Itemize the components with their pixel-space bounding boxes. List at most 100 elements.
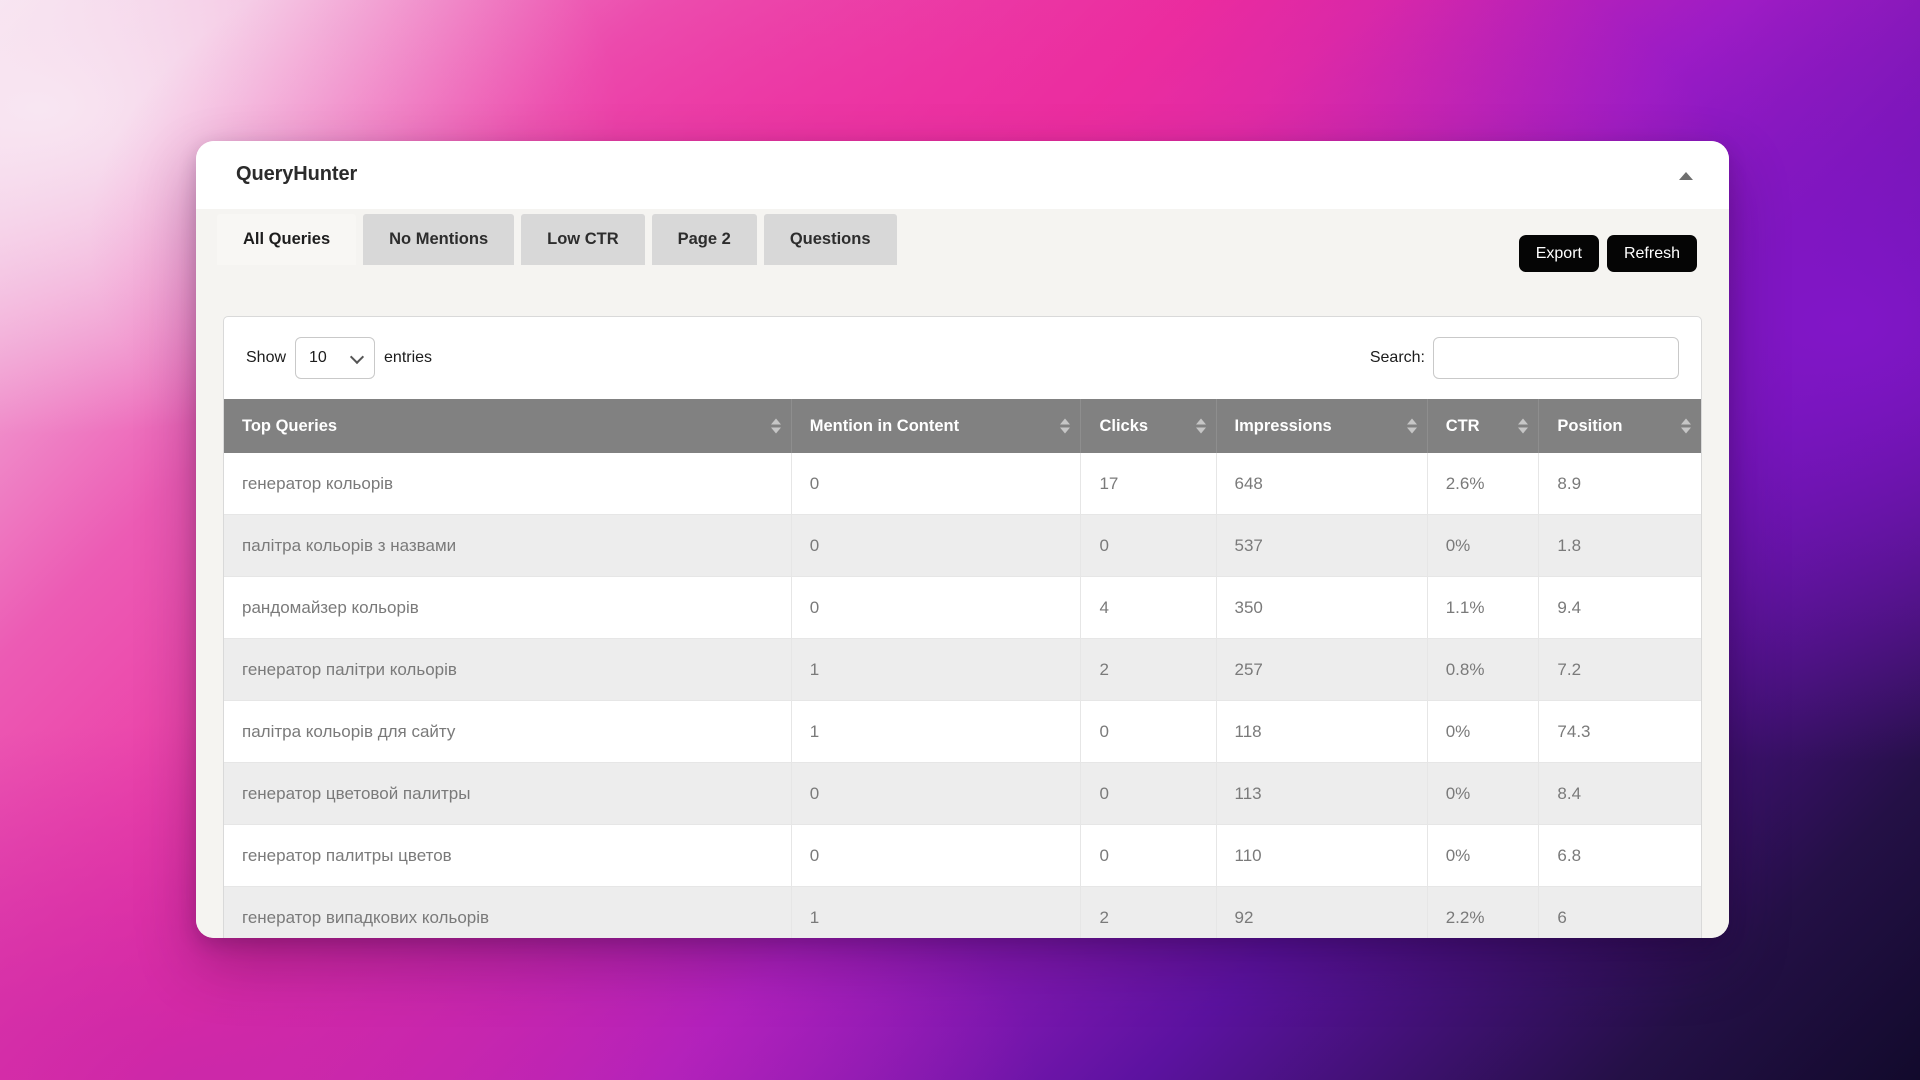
cell-mention: 1 [791,886,1082,938]
cell-position: 7.2 [1538,638,1701,701]
cell-query: генератор цветовой палитры [224,762,792,825]
table-row: генератор цветовой палитры 0 0 113 0% 8.4 [224,762,1701,825]
column-header-label: Top Queries [242,416,338,435]
refresh-button[interactable]: Refresh [1606,235,1697,273]
column-header-position[interactable]: Position [1538,399,1701,453]
table-row: палітра кольорів з назвами 0 0 537 0% 1.8 [224,514,1701,577]
cell-query: генератор палитры цветов [224,824,792,887]
cell-mention: 0 [791,576,1082,639]
cell-ctr: 2.2% [1427,886,1540,938]
caret-up-icon [1679,172,1693,180]
cell-ctr: 0% [1427,514,1540,577]
cell-mention: 1 [791,638,1082,701]
header-actions: Export Refresh [1518,235,1697,273]
cell-position: 8.9 [1538,453,1701,515]
search-input[interactable] [1433,337,1679,379]
entries-select[interactable]: 102550100 [295,337,376,379]
column-header-label: Clicks [1099,416,1149,435]
cell-mention: 0 [791,453,1082,515]
entries-label: entries [384,349,433,366]
column-header-ctr[interactable]: CTR [1427,399,1540,453]
table-header-row: Top Queries Mention in Content Clicks Impre… [224,399,1701,453]
table-controls: Show 102550100 entries Search: [224,317,1701,399]
cell-query: генератор випадкових кольорів [224,886,792,938]
cell-position: 9.4 [1538,576,1701,639]
cell-clicks: 0 [1080,762,1217,825]
cell-query: генератор кольорів [224,453,792,515]
cell-position: 6 [1538,886,1701,938]
tab-no-mentions[interactable]: No Mentions [363,214,515,265]
table-head: Top Queries Mention in Content Clicks Impre… [224,399,1701,453]
search-control: Search: [1370,337,1679,379]
column-header-top-queries[interactable]: Top Queries [224,399,792,453]
table-row: генератор випадкових кольорів 1 2 92 2.2% 6 [224,886,1701,938]
cell-ctr: 0.8% [1427,638,1540,701]
sort-arrows-icon[interactable] [1518,418,1529,434]
cell-query: генератор палітри кольорів [224,638,792,701]
show-label: Show [246,349,287,366]
cell-ctr: 1.1% [1427,576,1540,639]
cell-mention: 0 [791,824,1082,887]
cell-query: палітра кольорів для сайту [224,700,792,763]
cell-clicks: 0 [1080,824,1217,887]
cell-position: 1.8 [1538,514,1701,577]
sort-arrows-icon[interactable] [1681,418,1691,434]
card-header: QueryHunter [196,141,1729,209]
export-button[interactable]: Export [1518,235,1599,273]
tab-questions[interactable]: Questions [763,214,897,265]
querhunter-card: QueryHunter All Queries No Mentions Low CT… [196,141,1729,938]
entries-length-control: Show 102550100 entries [246,337,432,379]
search-label: Search: [1369,349,1425,366]
sort-arrows-icon[interactable] [770,418,781,434]
cell-impressions: 92 [1216,886,1428,938]
cell-ctr: 0% [1427,824,1540,887]
cell-clicks: 0 [1080,700,1217,763]
table-row: генератор кольорів 0 17 648 2.6% 8.9 [224,453,1701,515]
tab-all-queries[interactable]: All Queries [217,214,357,265]
cell-clicks: 2 [1080,886,1217,938]
table-row: палітра кольорів для сайту 1 0 118 0% 74.3 [224,700,1701,763]
tab-page-2[interactable]: Page 2 [651,214,757,265]
table-panel: Show 102550100 entries Search: Top Queri… [223,316,1702,938]
table-row: генератор палитры цветов 0 0 110 0% 6.8 [224,824,1701,887]
cell-ctr: 2.6% [1427,453,1540,515]
cell-mention: 0 [791,762,1082,825]
cell-impressions: 648 [1216,453,1428,515]
cell-impressions: 113 [1216,762,1428,825]
cell-clicks: 2 [1080,638,1217,701]
tab-bar: All Queries No Mentions Low CTR Page 2 Quest… [196,209,1729,265]
table-row: генератор палітри кольорів 1 2 257 0.8% 7.2 [224,638,1701,701]
cell-impressions: 110 [1216,824,1428,887]
cell-clicks: 17 [1080,453,1217,515]
column-header-label: Position [1557,416,1623,435]
cell-impressions: 350 [1216,576,1428,639]
card-body: All Queries No Mentions Low CTR Page 2 Quest… [196,209,1729,938]
cell-mention: 0 [791,514,1082,577]
cell-ctr: 0% [1427,762,1540,825]
table-body: генератор кольорів 0 17 648 2.6% 8.9 палітра к… [224,453,1701,938]
queries-table: Top Queries Mention in Content Clicks Impre… [224,399,1701,938]
cell-impressions: 537 [1216,514,1428,577]
column-header-clicks[interactable]: Clicks [1080,399,1217,453]
sort-arrows-icon[interactable] [1195,418,1206,434]
cell-ctr: 0% [1427,700,1540,763]
tab-low-ctr[interactable]: Low CTR [521,214,645,265]
column-header-impressions[interactable]: Impressions [1216,399,1428,453]
sort-arrows-icon[interactable] [1060,418,1071,434]
column-header-mention-in-content[interactable]: Mention in Content [791,399,1082,453]
cell-query: рандомайзер кольорів [224,576,792,639]
cell-position: 6.8 [1538,824,1701,887]
cell-impressions: 118 [1216,700,1428,763]
cell-clicks: 4 [1080,576,1217,639]
page-title: QueryHunter [236,163,358,185]
column-header-label: CTR [1445,416,1480,435]
cell-query: палітра кольорів з назвами [224,514,792,577]
table-row: рандомайзер кольорів 0 4 350 1.1% 9.4 [224,576,1701,639]
collapse-toggle-button[interactable] [1673,165,1699,187]
sort-arrows-icon[interactable] [1406,418,1417,434]
column-header-label: Mention in Content [809,416,960,435]
cell-mention: 1 [791,700,1082,763]
column-header-label: Impressions [1234,416,1332,435]
entries-select-wrapper: 102550100 [295,337,376,379]
cell-clicks: 0 [1080,514,1217,577]
